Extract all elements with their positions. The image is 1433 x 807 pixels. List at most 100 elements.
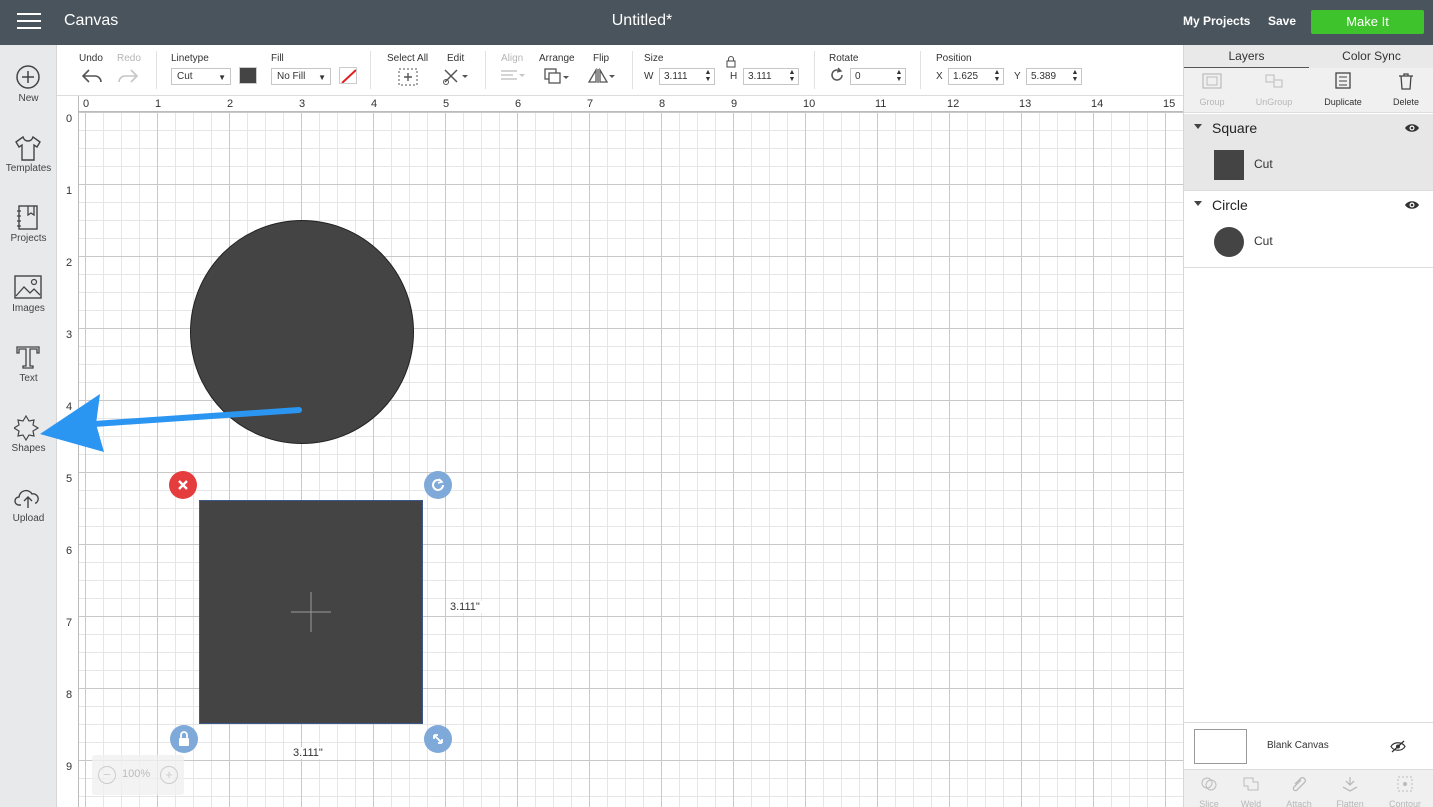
flatten-icon xyxy=(1342,777,1358,792)
flatten-button[interactable]: Flatten xyxy=(1325,776,1375,807)
flip-label: Flip xyxy=(593,53,610,64)
resize-handle[interactable] xyxy=(424,725,452,753)
toolbar-divider xyxy=(814,51,815,89)
zoom-out-button[interactable]: − xyxy=(98,766,116,784)
panel-tabs: Layers Color Sync xyxy=(1184,45,1433,68)
redo-label: Redo xyxy=(117,53,141,64)
height-label: H xyxy=(730,71,738,82)
width-value: 3.111 xyxy=(664,71,688,82)
attach-label: Attach xyxy=(1286,799,1312,807)
flip-icon[interactable] xyxy=(587,67,617,85)
combine-actions-bar: Slice Weld Attach Flatten Contour xyxy=(1184,769,1433,807)
ruler-label: 14 xyxy=(1091,98,1104,110)
rotate-input[interactable]: 0 ▲ ▼ xyxy=(850,68,906,85)
sidebar-item-projects[interactable]: Projects xyxy=(0,204,57,264)
crosshair-icon xyxy=(291,592,331,632)
redo-icon[interactable] xyxy=(117,68,139,84)
delete-button[interactable]: Delete xyxy=(1375,72,1433,107)
contour-label: Contour xyxy=(1388,799,1422,807)
eye-hidden-icon[interactable] xyxy=(1390,740,1406,753)
blank-canvas-swatch[interactable] xyxy=(1194,729,1247,764)
layer-operation: Cut xyxy=(1254,157,1273,171)
chevron-down-icon: ▼ xyxy=(218,73,226,82)
lock-handle[interactable] xyxy=(170,725,198,753)
layer-item[interactable]: Cut xyxy=(1184,144,1433,184)
tab-color-sync[interactable]: Color Sync xyxy=(1309,45,1433,68)
close-icon xyxy=(178,480,188,490)
x-position-input[interactable]: 1.625 ▲ ▼ xyxy=(948,68,1004,85)
stepper-arrows-icon[interactable]: ▲ ▼ xyxy=(1071,69,1079,83)
height-input[interactable]: 3.111 ▲ ▼ xyxy=(743,68,799,85)
weld-button[interactable]: Weld xyxy=(1226,776,1276,807)
layer-header[interactable]: Square xyxy=(1184,114,1433,140)
stepper-arrows-icon[interactable]: ▲ ▼ xyxy=(895,69,903,83)
align-label: Align xyxy=(501,53,524,64)
my-projects-link[interactable]: My Projects xyxy=(1183,14,1250,28)
slice-icon xyxy=(1201,777,1217,791)
no-fill-swatch[interactable] xyxy=(339,67,357,84)
contour-button[interactable]: Contour xyxy=(1380,776,1430,807)
align-icon[interactable] xyxy=(499,68,527,84)
eye-icon[interactable] xyxy=(1404,199,1420,211)
ruler-label: 8 xyxy=(66,689,73,701)
fill-select[interactable]: No Fill ▼ xyxy=(271,68,331,85)
linetype-color-swatch[interactable] xyxy=(239,67,257,84)
y-position-input[interactable]: 5.389 ▲ ▼ xyxy=(1026,68,1082,85)
flatten-label: Flatten xyxy=(1336,799,1364,807)
layer-name: Square xyxy=(1212,120,1258,136)
square-shape[interactable] xyxy=(199,500,423,724)
sidebar-item-label: Templates xyxy=(5,163,52,174)
sidebar-item-label: New xyxy=(18,93,39,104)
layer-header[interactable]: Circle xyxy=(1184,191,1433,217)
linetype-select[interactable]: Cut ▼ xyxy=(171,68,231,85)
stepper-arrows-icon[interactable]: ▲ ▼ xyxy=(704,69,712,83)
save-button[interactable]: Save xyxy=(1268,14,1296,28)
sidebar-item-new[interactable]: New xyxy=(0,64,57,124)
collapse-triangle-icon[interactable] xyxy=(1194,124,1202,129)
eye-icon[interactable] xyxy=(1404,122,1420,134)
height-dimension-label: 3.111" xyxy=(448,601,482,613)
x-value: 1.625 xyxy=(953,71,979,82)
sidebar-item-upload[interactable]: Upload xyxy=(0,484,57,544)
width-input[interactable]: 3.111 ▲ ▼ xyxy=(659,68,715,85)
sidebar-item-label: Text xyxy=(19,373,38,384)
stepper-arrows-icon[interactable]: ▲ ▼ xyxy=(993,69,1001,83)
sidebar-item-templates[interactable]: Templates xyxy=(0,134,57,194)
attach-button[interactable]: Attach xyxy=(1274,776,1324,807)
layer-item[interactable]: Cut xyxy=(1184,221,1433,261)
blank-canvas-row: Blank Canvas xyxy=(1184,722,1433,769)
group-button[interactable]: Group xyxy=(1181,72,1243,107)
top-bar: Canvas Untitled* My Projects Save Make I… xyxy=(0,0,1433,45)
duplicate-button[interactable]: Duplicate xyxy=(1312,72,1374,107)
lock-icon xyxy=(179,731,189,746)
stepper-arrows-icon[interactable]: ▲ ▼ xyxy=(788,69,796,83)
rotate-icon xyxy=(432,478,444,491)
ungroup-label: UnGroup xyxy=(1255,97,1293,107)
arrange-icon[interactable] xyxy=(543,67,571,85)
layer-actions-bar: Group UnGroup Duplicate Delete xyxy=(1184,68,1433,113)
sidebar-item-label: Upload xyxy=(12,513,45,524)
ruler-label: 3 xyxy=(299,98,306,110)
ungroup-button[interactable]: UnGroup xyxy=(1243,72,1305,107)
ruler-label: 0 xyxy=(66,113,73,125)
ruler-label: 2 xyxy=(66,257,73,269)
edit-scissors-icon[interactable] xyxy=(442,67,470,85)
select-all-label: Select All xyxy=(387,53,429,64)
sidebar-item-images[interactable]: Images xyxy=(0,274,57,334)
blank-canvas-label: Blank Canvas xyxy=(1267,740,1329,751)
ruler-label: 0 xyxy=(83,98,90,110)
collapse-triangle-icon[interactable] xyxy=(1194,201,1202,206)
select-all-icon[interactable] xyxy=(398,68,418,86)
projects-icon xyxy=(17,205,38,230)
lock-proportions-icon[interactable] xyxy=(725,55,737,68)
make-it-button[interactable]: Make It xyxy=(1311,10,1424,34)
undo-icon[interactable] xyxy=(81,68,103,84)
zoom-in-button[interactable]: + xyxy=(160,766,178,784)
tab-layers[interactable]: Layers xyxy=(1184,45,1309,68)
resize-arrows-icon xyxy=(433,734,443,744)
rotate-handle[interactable] xyxy=(424,471,452,499)
sidebar-item-label: Projects xyxy=(10,233,47,244)
delete-handle[interactable] xyxy=(169,471,197,499)
toolbar-divider xyxy=(370,51,371,89)
rotate-icon xyxy=(831,67,843,81)
